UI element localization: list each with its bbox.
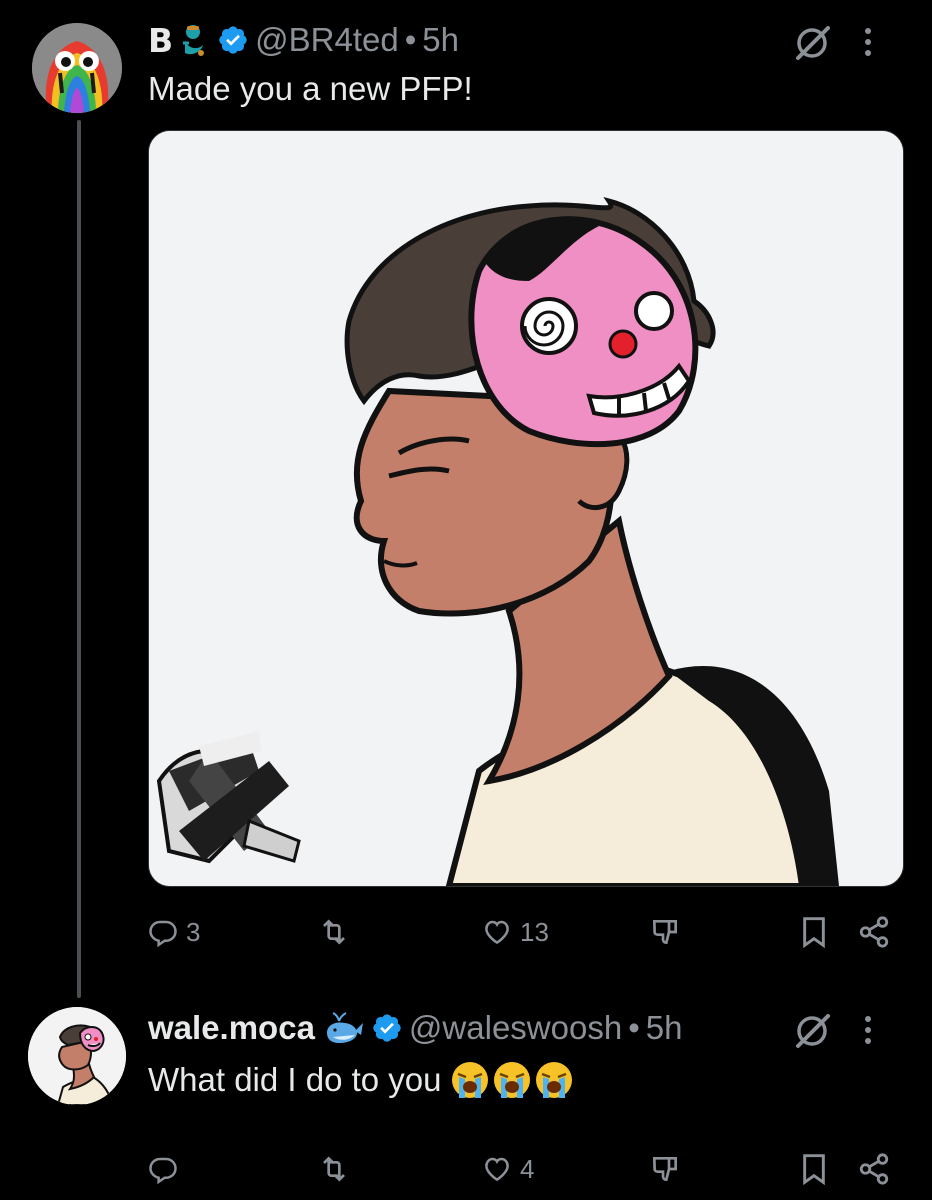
tweet-action-bar: 4 <box>148 1147 898 1191</box>
share-button[interactable] <box>856 910 892 954</box>
reply-count: 3 <box>186 916 201 947</box>
retweet-icon <box>323 919 345 945</box>
downvote-icon <box>652 920 677 945</box>
cartoon-boy-with-mask-illustration <box>149 131 903 886</box>
reply-button[interactable]: 3 <box>148 910 200 954</box>
grok-icon[interactable] <box>793 22 833 67</box>
tweet-top-actions <box>793 22 875 67</box>
downvote-button[interactable] <box>648 1147 682 1191</box>
like-count: 13 <box>520 916 549 947</box>
tweet-header: wale.moca @waleswoosh • 5h <box>148 1008 682 1048</box>
tweet-media-image[interactable] <box>148 130 904 887</box>
grok-icon[interactable] <box>793 1010 833 1055</box>
bookmark-button[interactable] <box>800 1147 828 1191</box>
thread-connector-line <box>77 120 81 998</box>
heart-icon <box>485 920 509 945</box>
bookmark-icon <box>803 1154 825 1185</box>
avatar[interactable] <box>28 1007 126 1105</box>
cartoon-boy-avatar-icon <box>28 1007 126 1105</box>
more-options-icon[interactable] <box>861 1010 875 1055</box>
tweet-text: Made you a new PFP! <box>148 70 473 107</box>
tweet-text: What did I do to you <box>148 1060 574 1100</box>
verified-badge-icon <box>217 24 249 56</box>
retweet-button[interactable] <box>316 1147 352 1191</box>
heart-icon <box>485 1157 509 1182</box>
share-button[interactable] <box>856 1147 892 1191</box>
display-name[interactable]: B <box>148 21 173 60</box>
retweet-icon <box>323 1156 345 1182</box>
bookmark-icon <box>803 917 825 948</box>
like-button[interactable]: 13 <box>482 910 549 954</box>
reply-icon <box>149 920 177 947</box>
tweet-top-actions <box>793 1010 875 1055</box>
separator-dot: • <box>404 21 417 58</box>
timestamp[interactable]: 5h <box>422 21 459 59</box>
genie-emoji-icon <box>177 23 209 57</box>
more-options-icon[interactable] <box>861 22 875 67</box>
avatar[interactable] <box>32 23 122 113</box>
tweet-text-body: What did I do to you <box>148 1061 442 1098</box>
display-name[interactable]: wale.moca <box>148 1009 315 1047</box>
retweet-button[interactable] <box>316 910 352 954</box>
bookmark-button[interactable] <box>800 910 828 954</box>
reply-icon <box>149 1157 177 1184</box>
reply-button[interactable] <box>148 1147 178 1191</box>
timestamp[interactable]: 5h <box>646 1009 683 1047</box>
verified-badge-icon <box>371 1012 403 1044</box>
handle[interactable]: @waleswoosh <box>409 1009 622 1047</box>
handle[interactable]: @BR4ted <box>255 21 399 59</box>
like-count: 4 <box>520 1153 535 1184</box>
whale-emoji-icon <box>323 1011 363 1045</box>
downvote-icon <box>652 1157 677 1182</box>
tweet-header: B @BR4ted • 5h <box>148 20 459 60</box>
like-button[interactable]: 4 <box>482 1147 534 1191</box>
tweet-action-bar: 3 13 <box>148 910 898 954</box>
loudly-crying-face-icon <box>450 1060 574 1100</box>
separator-dot: • <box>628 1009 640 1046</box>
downvote-button[interactable] <box>648 910 682 954</box>
share-icon <box>859 916 889 948</box>
share-icon <box>859 1153 889 1185</box>
colorful-creature-avatar-icon <box>32 23 122 113</box>
